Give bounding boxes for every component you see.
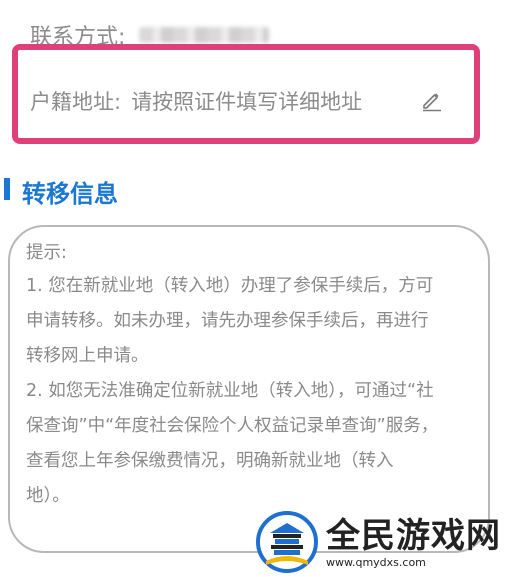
tip-line: 2. 如您无法准确定位新就业地（转入地），可通过“社 <box>26 381 434 401</box>
tip-line: 地）。 <box>26 486 70 506</box>
section-title: 转移信息 <box>22 180 118 208</box>
temple-logo-icon <box>256 511 318 573</box>
tip-heading: 提示: <box>26 243 67 263</box>
tip-box: 提示: 1. 您在新就业地（转入地）办理了参保手续后，方可 申请转移。如未办理，… <box>8 225 490 553</box>
watermark-url: www.qmydxs.com <box>326 555 426 569</box>
tip-line: 保查询”中“年度社会保险个人权益记录单查询”服务， <box>26 416 439 436</box>
tip-line: 申请转移。如未办理，请先办理参保手续后，再进行 <box>26 311 429 331</box>
watermark-title: 全民游戏网 <box>326 515 501 556</box>
pencil-edit-icon[interactable] <box>420 88 444 112</box>
contact-value-redacted <box>139 27 270 43</box>
address-label: 户籍地址: <box>30 90 122 114</box>
address-input[interactable]: 请按照证件填写详细地址 <box>131 86 362 116</box>
address-row[interactable]: 户籍地址: 请按照证件填写详细地址 <box>30 84 362 118</box>
tip-line: 查看您上年参保缴费情况，明确新就业地（转入 <box>26 451 394 471</box>
watermark: 全民游戏网 www.qmydxs.com <box>256 510 501 574</box>
section-accent-bar <box>4 178 10 200</box>
tip-line: 转移网上申请。 <box>26 346 149 366</box>
tip-line: 1. 您在新就业地（转入地）办理了参保手续后，方可 <box>26 276 434 296</box>
